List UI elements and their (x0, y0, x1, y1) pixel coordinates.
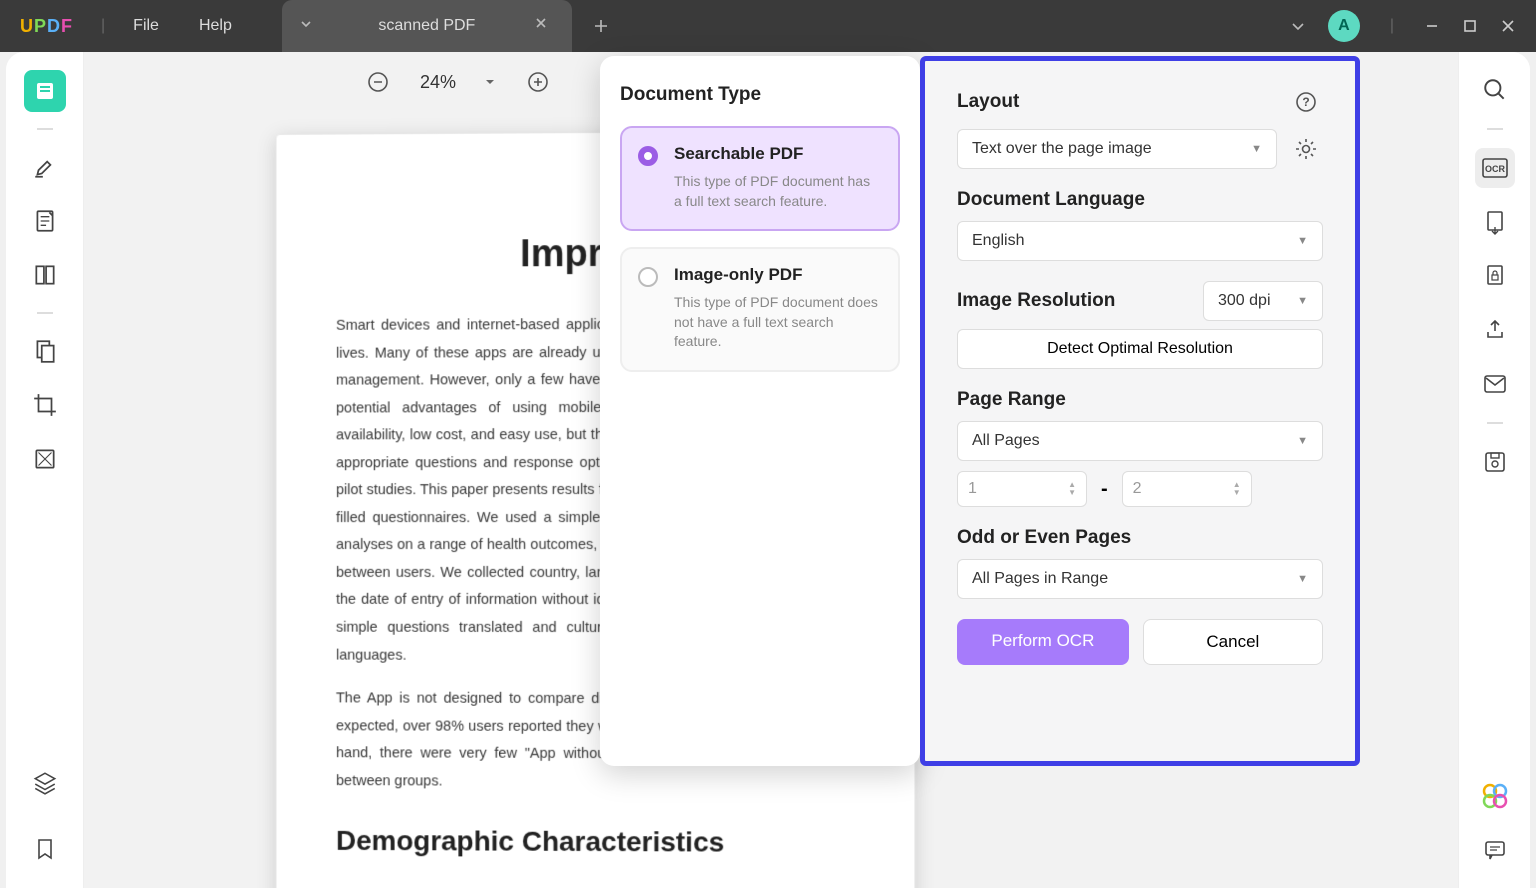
cancel-button[interactable]: Cancel (1143, 619, 1323, 665)
zoom-in-button[interactable] (524, 68, 552, 96)
page-range-label: Page Range (957, 389, 1323, 411)
close-icon[interactable] (534, 16, 554, 36)
maximize-icon[interactable] (1462, 18, 1478, 34)
option-desc: This type of PDF document does not have … (674, 293, 880, 352)
language-select[interactable]: English▼ (957, 221, 1323, 261)
layers-icon[interactable] (24, 762, 66, 804)
divider (1487, 128, 1503, 130)
tab-title: scanned PDF (328, 17, 526, 35)
page-section-2: Demographic Characteristics (336, 825, 854, 859)
reader-mode-icon[interactable] (24, 70, 66, 112)
layout-label: Layout ? (957, 85, 1323, 119)
page-thumbnails-icon[interactable] (24, 254, 66, 296)
gear-icon[interactable] (1289, 132, 1323, 166)
range-dash: - (1101, 478, 1108, 501)
option-title: Image-only PDF (674, 265, 880, 285)
perform-ocr-button[interactable]: Perform OCR (957, 619, 1129, 665)
app-logo: UPDF (0, 16, 93, 37)
divider (37, 128, 53, 130)
zoom-dropdown-icon[interactable] (484, 76, 496, 88)
radio-selected-icon (638, 146, 658, 166)
organize-pages-icon[interactable] (24, 330, 66, 372)
language-label: Document Language (957, 189, 1323, 211)
close-window-icon[interactable] (1500, 18, 1516, 34)
option-desc: This type of PDF document has a full tex… (674, 172, 880, 211)
convert-icon[interactable] (1475, 202, 1515, 242)
layout-select[interactable]: Text over the page image▼ (957, 129, 1277, 169)
resolution-select[interactable]: 300 dpi▼ (1203, 281, 1323, 321)
zoom-controls: 24% (364, 68, 552, 96)
separator: | (1390, 17, 1394, 35)
updf-logo-icon[interactable] (1475, 776, 1515, 816)
bookmark-icon[interactable] (24, 828, 66, 870)
titlebar-right: A | (1290, 10, 1536, 42)
minimize-icon[interactable] (1424, 18, 1440, 34)
search-icon[interactable] (1475, 70, 1515, 110)
sidebar-left (6, 52, 84, 888)
add-tab-button[interactable] (586, 18, 616, 34)
crop-icon[interactable] (24, 384, 66, 426)
protect-icon[interactable] (1475, 256, 1515, 296)
divider (1487, 422, 1503, 424)
ocr-settings-panel: Layout ? Text over the page image▼ Docum… (920, 56, 1360, 766)
chevron-down-icon[interactable] (1290, 18, 1306, 34)
zoom-out-button[interactable] (364, 68, 392, 96)
ocr-panel: Document Type Searchable PDF This type o… (600, 56, 1360, 766)
odd-even-label: Odd or Even Pages (957, 527, 1323, 549)
email-icon[interactable] (1475, 364, 1515, 404)
divider (37, 312, 53, 314)
highlighter-icon[interactable] (24, 146, 66, 188)
doctype-heading: Document Type (620, 84, 900, 106)
sidebar-right: OCR (1458, 52, 1530, 888)
resolution-label: Image Resolution (957, 290, 1115, 312)
titlebar: UPDF | File Help scanned PDF A | (0, 0, 1536, 52)
tab-active[interactable]: scanned PDF (282, 0, 572, 52)
ocr-icon[interactable]: OCR (1475, 148, 1515, 188)
separator: | (101, 17, 105, 35)
share-icon[interactable] (1475, 310, 1515, 350)
range-to-input[interactable]: 2▲▼ (1122, 471, 1252, 507)
save-icon[interactable] (1475, 442, 1515, 482)
radio-unselected-icon (638, 267, 658, 287)
detect-resolution-button[interactable]: Detect Optimal Resolution (957, 329, 1323, 369)
redact-icon[interactable] (24, 438, 66, 480)
option-image-only-pdf[interactable]: Image-only PDF This type of PDF document… (620, 247, 900, 372)
ocr-doctype-panel: Document Type Searchable PDF This type o… (600, 56, 920, 766)
menu-file[interactable]: File (113, 17, 179, 35)
svg-text:?: ? (1302, 95, 1309, 109)
edit-page-icon[interactable] (24, 200, 66, 242)
help-icon[interactable]: ? (1289, 85, 1323, 119)
option-searchable-pdf[interactable]: Searchable PDF This type of PDF document… (620, 126, 900, 231)
svg-text:OCR: OCR (1485, 164, 1506, 174)
range-from-input[interactable]: 1▲▼ (957, 471, 1087, 507)
zoom-value: 24% (420, 72, 456, 93)
avatar[interactable]: A (1328, 10, 1360, 42)
page-range-select[interactable]: All Pages▼ (957, 421, 1323, 461)
menu-help[interactable]: Help (179, 17, 252, 35)
option-title: Searchable PDF (674, 144, 880, 164)
tab-dropdown-icon[interactable] (300, 18, 316, 34)
comment-icon[interactable] (1475, 830, 1515, 870)
odd-even-select[interactable]: All Pages in Range▼ (957, 559, 1323, 599)
